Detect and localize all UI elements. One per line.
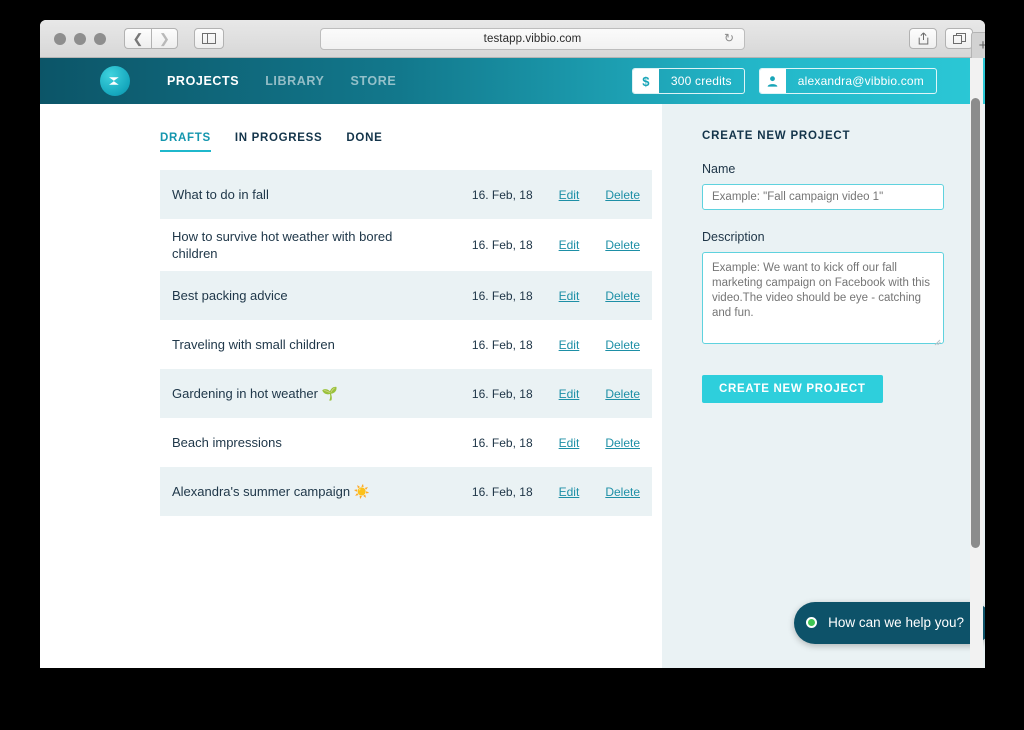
edit-link[interactable]: Edit bbox=[559, 436, 580, 450]
forward-button[interactable]: ❯ bbox=[151, 28, 178, 49]
credits-label: 300 credits bbox=[670, 74, 732, 88]
project-date: 16. Feb, 18 bbox=[471, 238, 533, 252]
account-badge[interactable]: alexandra@vibbio.com bbox=[758, 68, 937, 94]
projects-panel: DRAFTS IN PROGRESS DONE What to do in fa… bbox=[40, 104, 662, 668]
main-navigation: PROJECTS LIBRARY STORE bbox=[167, 74, 396, 88]
project-date: 16. Feb, 18 bbox=[471, 337, 533, 352]
header-right-controls: $ 300 credits alexandra@vibbio.com bbox=[631, 68, 937, 94]
browser-window: ❮ ❯ testapp.vibbio.com ↻ + PROJECTS LIBR… bbox=[40, 20, 985, 668]
description-label: Description bbox=[702, 230, 765, 244]
project-date: 16. Feb, 18 bbox=[471, 484, 533, 499]
chat-message[interactable]: How can we help you? bbox=[794, 602, 985, 644]
create-project-panel: CREATE NEW PROJECT Name Description CREA… bbox=[662, 104, 985, 668]
page-body: DRAFTS IN PROGRESS DONE What to do in fa… bbox=[40, 104, 985, 668]
back-button[interactable]: ❮ bbox=[124, 28, 151, 49]
project-title: Beach impressions bbox=[172, 435, 282, 450]
tab-drafts[interactable]: DRAFTS bbox=[160, 132, 211, 152]
tab-in-progress[interactable]: IN PROGRESS bbox=[235, 132, 323, 152]
window-traffic-lights bbox=[54, 32, 106, 45]
edit-link[interactable]: Edit bbox=[559, 387, 580, 401]
edit-link[interactable]: Edit bbox=[559, 188, 580, 202]
person-glyph bbox=[767, 75, 778, 87]
field-spacer bbox=[702, 210, 985, 230]
chat-widget[interactable]: How can we help you? bbox=[794, 602, 985, 644]
edit-link[interactable]: Edit bbox=[559, 289, 580, 303]
close-window-button[interactable] bbox=[54, 32, 66, 45]
tab-done[interactable]: DONE bbox=[346, 132, 382, 152]
sidebar-icon bbox=[202, 33, 216, 44]
create-new-project-button[interactable]: CREATE NEW PROJECT bbox=[702, 375, 883, 403]
nav-item-projects[interactable]: PROJECTS bbox=[167, 74, 239, 88]
chevron-right-icon: ❯ bbox=[159, 31, 170, 46]
nav-item-store[interactable]: STORE bbox=[350, 74, 396, 88]
nav-item-library[interactable]: LIBRARY bbox=[265, 74, 324, 88]
table-row[interactable]: Alexandra's summer campaign ☀️ 16. Feb, … bbox=[160, 467, 652, 516]
project-title: Gardening in hot weather 🌱 bbox=[172, 386, 338, 401]
table-row[interactable]: How to survive hot weather with bored ch… bbox=[160, 219, 652, 271]
toolbar-right-buttons bbox=[909, 28, 973, 49]
edit-link[interactable]: Edit bbox=[559, 238, 580, 252]
name-label: Name bbox=[702, 162, 736, 176]
app-header: PROJECTS LIBRARY STORE $ 300 credits ale… bbox=[40, 58, 985, 104]
tabs-icon bbox=[952, 32, 966, 44]
plus-icon: + bbox=[978, 37, 985, 54]
show-tabs-button[interactable] bbox=[945, 28, 973, 49]
delete-link[interactable]: Delete bbox=[605, 188, 640, 202]
textarea-resize-handle[interactable] bbox=[934, 337, 942, 345]
credits-badge[interactable]: $ 300 credits bbox=[631, 68, 745, 94]
maximize-window-button[interactable] bbox=[94, 32, 106, 45]
browser-toolbar: ❮ ❯ testapp.vibbio.com ↻ + bbox=[40, 20, 985, 58]
delete-link[interactable]: Delete bbox=[605, 387, 640, 401]
play-arrow-icon bbox=[109, 77, 119, 85]
table-row[interactable]: Best packing advice 16. Feb, 18 Edit Del… bbox=[160, 271, 652, 320]
navigation-buttons: ❮ ❯ bbox=[124, 28, 178, 49]
dollar-icon: $ bbox=[632, 69, 659, 93]
project-title: Best packing advice bbox=[172, 288, 288, 303]
delete-link[interactable]: Delete bbox=[605, 485, 640, 499]
address-bar[interactable]: testapp.vibbio.com ↻ bbox=[320, 27, 745, 50]
project-description-input[interactable] bbox=[702, 252, 944, 344]
url-text: testapp.vibbio.com bbox=[483, 32, 582, 45]
share-icon bbox=[918, 32, 928, 45]
page-scrollbar-track[interactable] bbox=[970, 58, 983, 668]
new-tab-button[interactable]: + bbox=[971, 32, 985, 58]
project-title: What to do in fall bbox=[172, 187, 269, 202]
project-date: 16. Feb, 18 bbox=[471, 187, 533, 202]
project-title: How to survive hot weather with bored ch… bbox=[172, 229, 393, 261]
reload-icon[interactable]: ↻ bbox=[724, 31, 737, 45]
sidebar-toggle-button[interactable] bbox=[194, 28, 224, 49]
edit-link[interactable]: Edit bbox=[559, 485, 580, 499]
project-date: 16. Feb, 18 bbox=[471, 435, 533, 450]
share-button[interactable] bbox=[909, 28, 937, 49]
account-email: alexandra@vibbio.com bbox=[797, 74, 924, 88]
delete-link[interactable]: Delete bbox=[605, 238, 640, 252]
delete-link[interactable]: Delete bbox=[605, 436, 640, 450]
chevron-left-icon: ❮ bbox=[132, 31, 144, 46]
panel-title: CREATE NEW PROJECT bbox=[702, 130, 851, 142]
project-date: 16. Feb, 18 bbox=[471, 386, 533, 401]
page-scrollbar-thumb[interactable] bbox=[971, 98, 980, 548]
delete-link[interactable]: Delete bbox=[605, 338, 640, 352]
table-row[interactable]: Traveling with small children 16. Feb, 1… bbox=[160, 320, 652, 369]
table-row[interactable]: Beach impressions 16. Feb, 18 Edit Delet… bbox=[160, 418, 652, 467]
project-title: Traveling with small children bbox=[172, 337, 335, 352]
person-icon bbox=[759, 69, 786, 93]
project-name-input[interactable] bbox=[702, 184, 944, 210]
table-row[interactable]: What to do in fall 16. Feb, 18 Edit Dele… bbox=[160, 170, 652, 219]
delete-link[interactable]: Delete bbox=[605, 289, 640, 303]
edit-link[interactable]: Edit bbox=[559, 338, 580, 352]
status-tabs: DRAFTS IN PROGRESS DONE bbox=[160, 132, 662, 152]
project-date: 16. Feb, 18 bbox=[471, 288, 533, 303]
project-title: Alexandra's summer campaign ☀️ bbox=[172, 484, 370, 499]
minimize-window-button[interactable] bbox=[74, 32, 86, 45]
project-list: What to do in fall 16. Feb, 18 Edit Dele… bbox=[160, 170, 652, 516]
table-row[interactable]: Gardening in hot weather 🌱 16. Feb, 18 E… bbox=[160, 369, 652, 418]
app-logo[interactable] bbox=[100, 66, 130, 96]
